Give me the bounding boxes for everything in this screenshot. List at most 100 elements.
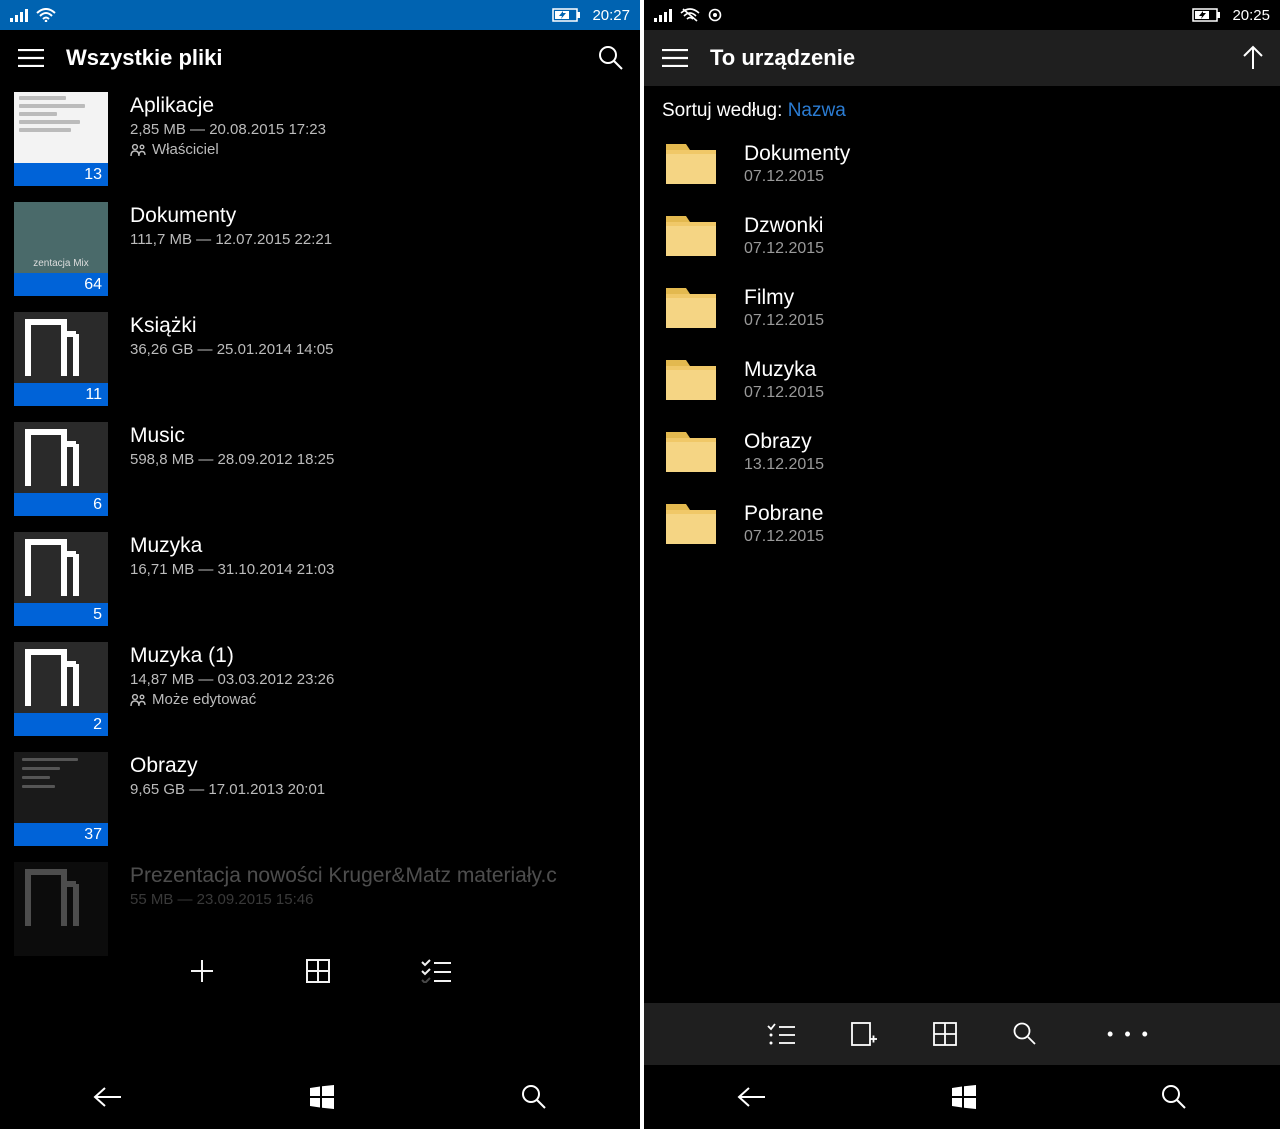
hamburger-icon[interactable] bbox=[662, 49, 688, 67]
windows-icon[interactable] bbox=[310, 1085, 334, 1109]
search-nav-icon[interactable] bbox=[1161, 1084, 1187, 1110]
status-time: 20:27 bbox=[592, 7, 630, 24]
item-count: 2 bbox=[14, 713, 108, 736]
item-count: 13 bbox=[14, 163, 108, 186]
folder-name: Obrazy bbox=[744, 430, 824, 454]
up-arrow-icon[interactable] bbox=[1242, 45, 1264, 71]
thumbnail: 6 bbox=[14, 422, 108, 516]
folder-icon bbox=[664, 286, 718, 330]
list-item[interactable]: 6 Music 598,8 MB — 28.09.2012 18:25 bbox=[14, 422, 640, 516]
thumbnail: 13 bbox=[14, 92, 108, 186]
thumbnail: 5 bbox=[14, 532, 108, 626]
folder-item[interactable]: Pobrane 07.12.2015 bbox=[664, 502, 1280, 546]
search-icon[interactable] bbox=[598, 45, 624, 71]
item-count: 6 bbox=[14, 493, 108, 516]
folder-item[interactable]: Muzyka 07.12.2015 bbox=[664, 358, 1280, 402]
system-nav-bar bbox=[644, 1065, 1280, 1129]
onedrive-screen: 20:27 Wszystkie pliki 13 Aplikacje 2,85 MB… bbox=[0, 0, 640, 1129]
folder-item[interactable]: Filmy 07.12.2015 bbox=[664, 286, 1280, 330]
list-item[interactable]: 37Obrazy9,65 GB — 17.01.2013 20:01 bbox=[14, 752, 640, 846]
item-count: 11 bbox=[14, 383, 108, 406]
item-name: Muzyka bbox=[130, 534, 334, 558]
sort-label: Sortuj według: bbox=[662, 100, 782, 121]
select-list-icon[interactable] bbox=[767, 1023, 795, 1045]
item-count: 37 bbox=[14, 823, 108, 846]
folder-icon bbox=[664, 502, 718, 546]
select-list-icon[interactable] bbox=[421, 959, 451, 983]
signal-icon bbox=[10, 8, 28, 22]
folder-icon bbox=[664, 430, 718, 474]
folder-name: Dzwonki bbox=[744, 214, 824, 238]
folder-item[interactable]: Dzwonki 07.12.2015 bbox=[664, 214, 1280, 258]
search-icon[interactable] bbox=[1013, 1022, 1037, 1046]
folder-date: 07.12.2015 bbox=[744, 312, 824, 330]
hamburger-icon[interactable] bbox=[18, 49, 44, 67]
list-item[interactable]: zentacja Mix64 Dokumenty 111,7 MB — 12.07.… bbox=[14, 202, 640, 296]
page-title: To urządzenie bbox=[710, 45, 1220, 71]
sort-row[interactable]: Sortuj według: Nazwa bbox=[644, 86, 1280, 136]
status-bar: 20:27 bbox=[0, 0, 640, 30]
item-name: Aplikacje bbox=[130, 94, 326, 118]
header-bar: To urządzenie bbox=[644, 30, 1280, 86]
folder-name: Dokumenty bbox=[744, 142, 850, 166]
thumbnail: 11 bbox=[14, 312, 108, 406]
folder-list: Dokumenty07.12.2015Dzwonki07.12.2015Film… bbox=[644, 136, 1280, 1003]
list-item[interactable]: 13 Aplikacje 2,85 MB — 20.08.2015 17:23 Wła… bbox=[14, 92, 640, 186]
folder-date: 07.12.2015 bbox=[744, 384, 824, 402]
wifi-icon bbox=[36, 8, 56, 22]
item-name: Prezentacja nowości Kruger&Matz materiał… bbox=[130, 864, 557, 888]
back-icon[interactable] bbox=[737, 1086, 767, 1108]
folder-date: 07.12.2015 bbox=[744, 168, 850, 186]
item-name: Muzyka (1) bbox=[130, 644, 334, 668]
status-time: 20:25 bbox=[1232, 7, 1270, 24]
location-icon bbox=[708, 8, 722, 22]
folder-name: Filmy bbox=[744, 286, 824, 310]
battery-icon bbox=[552, 8, 582, 22]
list-item[interactable]: Prezentacja nowości Kruger&Matz materiał… bbox=[14, 862, 640, 956]
folder-item[interactable]: Obrazy 13.12.2015 bbox=[664, 430, 1280, 474]
system-nav-bar bbox=[0, 1065, 640, 1129]
sort-value: Nazwa bbox=[788, 100, 846, 121]
item-meta: 111,7 MB — 12.07.2015 22:21 bbox=[130, 231, 332, 248]
file-explorer-screen: 20:25 To urządzenie Sortuj według: Nazwa… bbox=[640, 0, 1280, 1129]
status-bar: 20:25 bbox=[644, 0, 1280, 30]
folder-date: 13.12.2015 bbox=[744, 456, 824, 474]
item-meta: 14,87 MB — 03.03.2012 23:26 bbox=[130, 671, 334, 688]
back-icon[interactable] bbox=[93, 1086, 123, 1108]
grid-view-icon[interactable] bbox=[933, 1022, 957, 1046]
item-name: Music bbox=[130, 424, 334, 448]
list-item[interactable]: 11 Książki 36,26 GB — 25.01.2014 14:05 bbox=[14, 312, 640, 406]
thumbnail: zentacja Mix64 bbox=[14, 202, 108, 296]
folder-item[interactable]: Dokumenty 07.12.2015 bbox=[664, 142, 1280, 186]
windows-icon[interactable] bbox=[952, 1085, 976, 1109]
search-nav-icon[interactable] bbox=[521, 1084, 547, 1110]
item-meta: 598,8 MB — 28.09.2012 18:25 bbox=[130, 451, 334, 468]
more-icon[interactable]: • • • bbox=[1107, 1024, 1151, 1045]
folder-name: Muzyka bbox=[744, 358, 824, 382]
wifi-off-icon bbox=[680, 8, 700, 22]
header-bar: Wszystkie pliki bbox=[0, 30, 640, 86]
folder-date: 07.12.2015 bbox=[744, 528, 824, 546]
add-icon[interactable] bbox=[189, 958, 215, 984]
share-label: Może edytować bbox=[152, 691, 256, 708]
item-count: 64 bbox=[14, 273, 108, 296]
command-bar: • • • bbox=[644, 1003, 1280, 1065]
share-label: Właściciel bbox=[152, 141, 219, 158]
folder-date: 07.12.2015 bbox=[744, 240, 824, 258]
item-count: 5 bbox=[14, 603, 108, 626]
item-meta: 55 MB — 23.09.2015 15:46 bbox=[130, 891, 557, 908]
item-name: Dokumenty bbox=[130, 204, 332, 228]
folder-icon bbox=[664, 214, 718, 258]
list-item[interactable]: 5 Muzyka 16,71 MB — 31.10.2014 21:03 bbox=[14, 532, 640, 626]
item-name: Obrazy bbox=[130, 754, 325, 778]
folder-name: Pobrane bbox=[744, 502, 824, 526]
item-name: Książki bbox=[130, 314, 334, 338]
item-meta: 2,85 MB — 20.08.2015 17:23 bbox=[130, 121, 326, 138]
grid-view-icon[interactable] bbox=[305, 958, 331, 984]
item-meta: 16,71 MB — 31.10.2014 21:03 bbox=[130, 561, 334, 578]
folder-icon bbox=[664, 142, 718, 186]
item-meta: 36,26 GB — 25.01.2014 14:05 bbox=[130, 341, 334, 358]
new-folder-icon[interactable] bbox=[851, 1022, 877, 1046]
list-item[interactable]: 2 Muzyka (1) 14,87 MB — 03.03.2012 23:26 Mo… bbox=[14, 642, 640, 736]
signal-icon bbox=[654, 8, 672, 22]
